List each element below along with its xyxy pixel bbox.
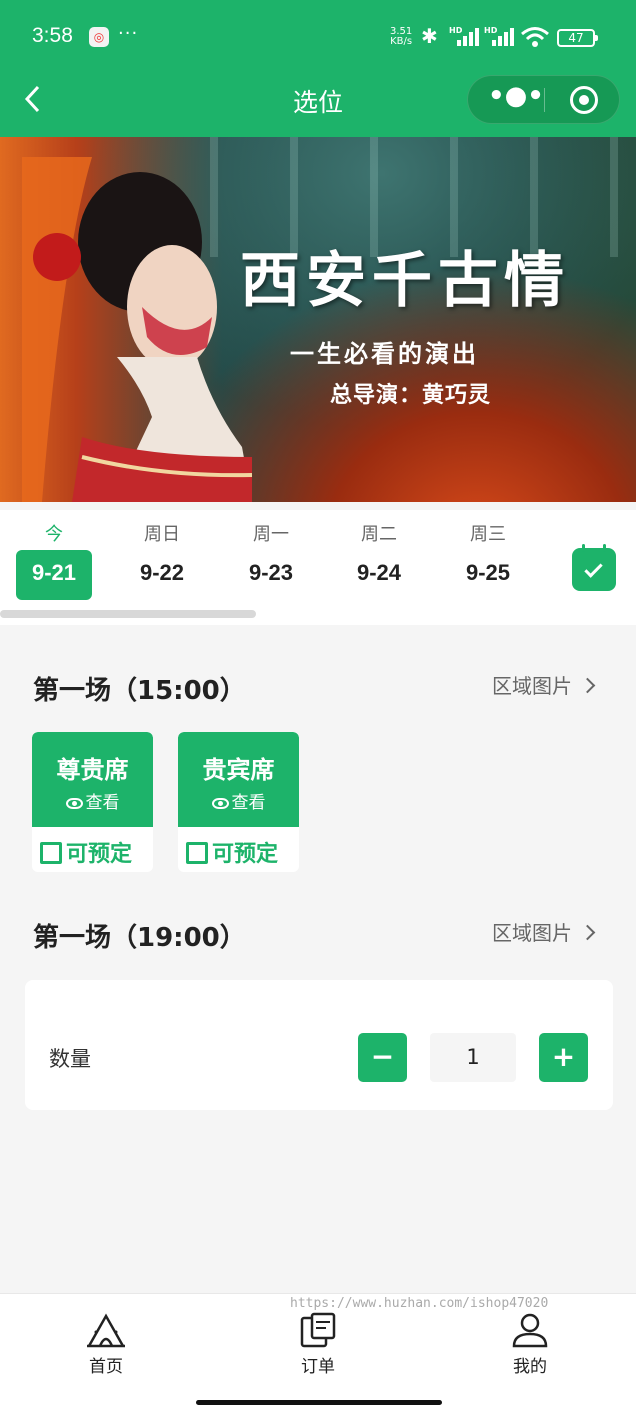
home-tent-icon	[87, 1313, 125, 1348]
seat-card-header: 贵宾席 查看	[178, 732, 299, 827]
date-weekday: 周一	[253, 524, 289, 545]
date-label: 9-24	[356, 560, 402, 585]
status-bar: 3:58 ◎ ··· 3.51 KB/s ✱ HD HD 47	[0, 0, 636, 76]
status-time: 3:58	[32, 24, 73, 47]
checkbox-icon[interactable]	[186, 842, 208, 864]
area-image-link[interactable]: 区域图片	[492, 670, 596, 699]
seat-availability[interactable]: 可预定	[40, 836, 132, 868]
seat-availability[interactable]: 可预定	[186, 836, 278, 868]
more-dots-icon[interactable]: •●•	[488, 83, 544, 114]
banner-subtitle: 一生必看的演出	[290, 340, 479, 368]
capsule-divider	[544, 88, 545, 112]
user-icon	[512, 1313, 548, 1348]
increase-quantity-button[interactable]: +	[539, 1033, 588, 1082]
bluetooth-icon: ✱	[421, 24, 438, 48]
bottom-tab-bar: 首页 订单 我的	[0, 1293, 636, 1414]
date-item[interactable]: 周日 9-22	[123, 510, 201, 602]
eye-icon	[65, 798, 83, 809]
performer-image	[22, 157, 252, 502]
more-notifications-icon: ···	[118, 23, 139, 44]
tab-label: 首页	[89, 1357, 123, 1377]
signal-icon: HD	[484, 26, 514, 48]
close-miniprogram-button[interactable]	[570, 86, 598, 114]
battery-icon: 47	[557, 29, 598, 47]
date-item[interactable]: 今 9-21	[15, 510, 93, 602]
wifi-icon	[521, 27, 549, 47]
tab-label: 订单	[301, 1357, 335, 1377]
date-item[interactable]: 周二 9-24	[340, 510, 418, 602]
seat-option-card[interactable]: 尊贵席 查看 可预定	[32, 732, 153, 872]
tab-home[interactable]: 首页	[56, 1312, 156, 1392]
area-link-label: 区域图片	[492, 674, 572, 698]
chevron-right-icon	[579, 677, 596, 694]
date-label: 9-23	[248, 560, 294, 585]
date-item[interactable]: 周一 9-23	[232, 510, 310, 602]
tab-profile[interactable]: 我的	[480, 1312, 580, 1392]
quantity-value[interactable]: 1	[430, 1033, 516, 1082]
date-scrollbar[interactable]	[0, 610, 256, 618]
show-banner[interactable]: 西安千古情 一生必看的演出 总导演：黄巧灵	[0, 137, 636, 502]
network-speed: 3.51 KB/s	[390, 26, 413, 47]
calendar-button[interactable]	[572, 544, 616, 591]
banner-director: 总导演：黄巧灵	[330, 383, 492, 408]
view-seat-button[interactable]: 查看	[32, 788, 153, 813]
area-image-link[interactable]: 区域图片	[492, 917, 596, 946]
checkbox-icon[interactable]	[40, 842, 62, 864]
date-label: 9-21	[31, 560, 77, 585]
home-indicator[interactable]	[196, 1400, 442, 1405]
date-weekday: 今	[45, 524, 63, 545]
decrease-quantity-button[interactable]: −	[358, 1033, 407, 1082]
seat-name: 尊贵席	[56, 756, 129, 784]
date-weekday: 周日	[144, 524, 180, 545]
date-item[interactable]: 周三 9-25	[449, 510, 527, 602]
seat-name: 贵宾席	[202, 756, 275, 784]
tab-label: 我的	[513, 1357, 547, 1377]
date-weekday: 周三	[470, 524, 506, 545]
watermark-text: https://www.huzhan.com/ishop47020	[290, 1296, 549, 1311]
mini-program-capsule: •●•	[467, 75, 620, 124]
app-notification-icon: ◎	[89, 27, 109, 47]
session-title: 第一场（15:00）	[33, 676, 246, 706]
area-link-label: 区域图片	[492, 921, 572, 945]
session-title: 第一场（19:00）	[33, 923, 246, 953]
date-label: 9-25	[465, 560, 511, 585]
quantity-card: 数量 − 1 +	[25, 980, 613, 1110]
date-selector: 今 9-21 周日 9-22 周一 9-23 周二 9-24 周三 9-25	[0, 510, 636, 625]
signal-icon: HD	[449, 26, 479, 48]
date-weekday: 周二	[361, 524, 397, 545]
view-seat-button[interactable]: 查看	[178, 788, 299, 813]
ticket-icon	[300, 1312, 336, 1348]
chevron-right-icon	[579, 924, 596, 941]
check-icon	[584, 559, 603, 578]
tab-orders[interactable]: 订单	[268, 1312, 368, 1392]
seat-card-header: 尊贵席 查看	[32, 732, 153, 827]
eye-icon	[211, 798, 229, 809]
banner-title: 西安千古情	[240, 246, 570, 316]
quantity-label: 数量	[49, 1047, 91, 1071]
seat-option-card[interactable]: 贵宾席 查看 可预定	[178, 732, 299, 872]
date-label: 9-22	[139, 560, 185, 585]
top-bar: 3:58 ◎ ··· 3.51 KB/s ✱ HD HD 47 选位 •●•	[0, 0, 636, 137]
